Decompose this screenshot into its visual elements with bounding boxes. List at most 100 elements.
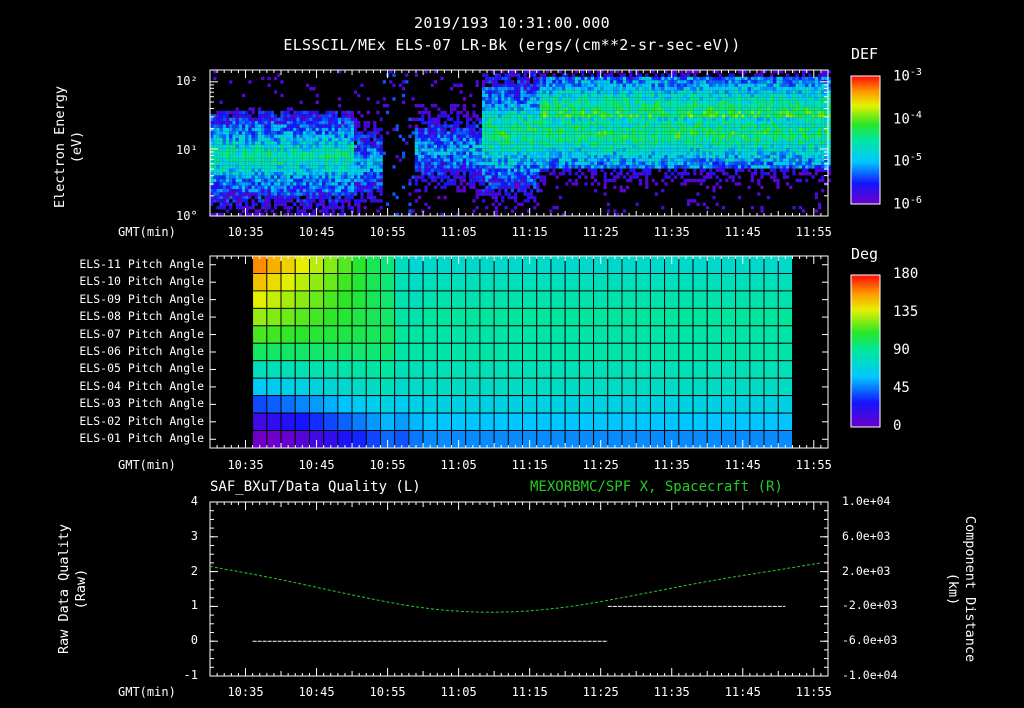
energy-spectrogram-cell [261,199,265,203]
energy-spectrogram-cell [677,76,681,81]
energy-spectrogram-cell [754,121,758,125]
energy-spectrogram-cell [226,161,230,166]
energy-spectrogram-cell [277,178,281,183]
energy-spectrogram-cell [616,127,620,132]
energy-spectrogram-cell [606,93,610,98]
energy-spectrogram-cell [766,144,770,149]
energy-spectrogram-cell [702,158,706,162]
energy-spectrogram-cell [421,161,425,166]
energy-spectrogram-cell [341,206,345,210]
energy-spectrogram-cell [357,182,361,186]
energy-spectrogram-cell [363,161,367,166]
energy-spectrogram-cell [574,127,578,132]
energy-spectrogram-cell [494,127,498,132]
energy-spectrogram-cell [344,182,348,186]
energy-spectrogram-cell [453,131,457,135]
energy-spectrogram-cell [523,168,527,172]
energy-spectrogram-cell [571,127,575,132]
energy-spectrogram-cell [312,189,316,193]
energy-spectrogram-cell [722,104,726,108]
energy-spectrogram-cell [242,172,246,176]
energy-spectrogram-cell [610,178,614,183]
energy-spectrogram-cell [734,117,738,121]
energy-spectrogram-cell [427,127,431,132]
energy-spectrogram-cell [219,117,223,121]
energy-spectrogram-cell [594,138,598,142]
energy-spectrogram-cell [738,121,742,125]
energy-spectrogram-cell [709,131,713,135]
energy-spectrogram-cell [725,124,729,128]
energy-spectrogram-cell [635,100,639,104]
energy-spectrogram-cell [245,138,249,142]
energy-spectrogram-cell [533,172,537,176]
energy-spectrogram-cell [712,185,716,189]
energy-spectrogram-cell [613,93,617,98]
energy-spectrogram-cell [658,138,662,142]
energy-spectrogram-cell [219,141,223,145]
energy-spectrogram-cell [722,134,726,138]
energy-spectrogram-cell [334,189,338,193]
energy-spectrogram-cell [258,209,262,213]
energy-spectrogram-cell [526,144,530,149]
energy-spectrogram-cell [376,100,380,104]
energy-spectrogram-cell [584,90,588,94]
energy-spectrogram-cell [696,70,700,74]
energy-spectrogram-cell [290,206,294,210]
energy-spectrogram-cell [693,151,697,155]
energy-spectrogram-cell [683,100,687,104]
energy-spectrogram-cell [501,185,505,189]
energy-spectrogram-cell [219,155,223,159]
energy-spectrogram-cell [635,83,639,87]
energy-spectrogram-cell [760,148,764,152]
energy-spectrogram-cell [715,107,719,111]
energy-spectrogram-cell [757,155,761,159]
energy-spectrogram-cell [542,100,546,104]
energy-spectrogram-cell [654,93,658,98]
energy-spectrogram-cell [235,175,239,179]
energy-spectrogram-cell [296,206,300,210]
energy-spectrogram-cell [744,127,748,132]
energy-spectrogram-cell [248,131,252,135]
energy-spectrogram-cell [590,168,594,172]
energy-spectrogram-cell [482,144,486,149]
energy-spectrogram-cell [763,87,767,91]
energy-spectrogram-cell [654,100,658,104]
energy-spectrogram-cell [264,124,268,128]
energy-spectrogram-cell [715,70,719,74]
energy-spectrogram-cell [354,121,358,125]
energy-spectrogram-cell [514,73,518,77]
energy-spectrogram-cell [360,175,364,179]
energy-spectrogram-cell [706,97,710,101]
energy-spectrogram-cell [360,192,364,196]
energy-spectrogram-cell [437,107,441,111]
energy-spectrogram-cell [491,121,495,125]
energy-spectrogram-cell [430,83,434,87]
energy-spectrogram-cell [459,131,463,135]
energy-spectrogram-cell [658,83,662,87]
energy-spectrogram-cell [645,107,649,111]
energy-spectrogram-cell [427,151,431,155]
energy-spectrogram-cell [552,151,556,155]
energy-spectrogram-cell [734,110,738,115]
energy-spectrogram-cell [261,124,265,128]
energy-spectrogram-cell [466,168,470,172]
energy-spectrogram-cell [328,144,332,149]
energy-spectrogram-cell [456,141,460,145]
energy-spectrogram-cell [568,114,572,118]
energy-spectrogram-cell [478,168,482,172]
energy-spectrogram-cell [763,97,767,101]
energy-spectrogram-cell [571,76,575,81]
energy-spectrogram-cell [491,178,495,183]
energy-spectrogram-cell [741,93,745,98]
energy-spectrogram-cell [491,127,495,132]
energy-spectrogram-cell [232,185,236,189]
energy-spectrogram-cell [632,155,636,159]
energy-spectrogram-cell [565,168,569,172]
energy-spectrogram-cell [741,117,745,121]
energy-spectrogram-cell [216,189,220,193]
energy-spectrogram-cell [622,209,626,213]
energy-spectrogram-cell [338,199,342,203]
energy-spectrogram-cell [306,148,310,152]
energy-spectrogram-cell [491,148,495,152]
energy-spectrogram-cell [334,144,338,149]
